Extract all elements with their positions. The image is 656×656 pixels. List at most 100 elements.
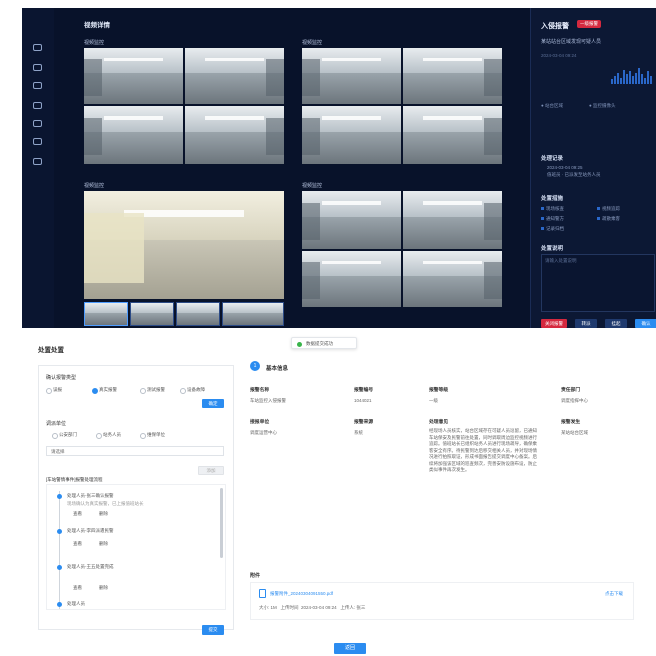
nav-list-icon[interactable] [33, 120, 42, 127]
back-button[interactable]: 返回 [334, 643, 366, 654]
activity-bar [623, 69, 625, 84]
timeline-scrollbar[interactable] [220, 488, 223, 558]
video-feed[interactable] [84, 106, 183, 164]
activity-bar [620, 77, 622, 84]
timeline-item-title: 处理人员-张三确认报警 [67, 493, 114, 498]
dispatch-select[interactable]: 请选择 [46, 446, 224, 456]
nav-alarm-icon[interactable] [33, 64, 42, 71]
measure-chip[interactable]: 通知警方 [541, 216, 564, 222]
note-textarea[interactable]: 请输入处置说明 [541, 254, 655, 312]
video-thumbnail[interactable] [130, 302, 174, 326]
timeline-delete-link[interactable]: 删除 [99, 585, 108, 591]
video-panel-title: 视频详情 [84, 22, 110, 29]
timeline-item-note: 现场确认为真实报警，已上报值班站长 [67, 501, 144, 506]
field-label: 处理意见 [429, 420, 449, 425]
timeline-delete-link[interactable]: 删除 [99, 511, 108, 517]
alarm-type-option[interactable]: 真实报警 [92, 387, 117, 394]
download-link[interactable]: 点击下载 [605, 591, 623, 597]
success-toast: 数据提交成功 [291, 337, 357, 349]
field-value: 某站站台区域 [561, 430, 588, 435]
timeline-title: [车站警情事件]报警处理流程 [46, 477, 103, 482]
file-name-link[interactable]: 报警附件_20240304091550.pdf [270, 591, 333, 597]
transfer-button[interactable]: 转派 [575, 319, 597, 328]
timeline-line [59, 491, 60, 609]
note-heading: 处置说明 [541, 246, 564, 252]
activity-bar [626, 74, 628, 84]
alarm-type-option[interactable]: 设备故障 [180, 387, 205, 394]
video-thumbnail[interactable] [222, 302, 284, 326]
alarm-panel: 入侵报警 一级报警 某站站台区域发现可疑人员 2024-03-04 09:24 … [530, 8, 656, 328]
measure-chip[interactable]: 现场核查 [541, 206, 564, 212]
add-button[interactable]: 添加 [198, 466, 224, 475]
video-feed[interactable] [403, 48, 502, 104]
nav-settings-icon[interactable] [33, 102, 42, 109]
video-feed[interactable] [84, 48, 183, 104]
close-alarm-button[interactable]: 关闭报警 [541, 319, 567, 328]
file-size: 大小: 1M [259, 605, 277, 610]
field-label: 报警来源 [354, 420, 374, 425]
field-label: 报警发生 [561, 420, 581, 425]
video-feed[interactable] [302, 191, 401, 249]
nav-monitor-icon[interactable] [33, 82, 42, 89]
group-label-1: 视频监控 [84, 40, 105, 46]
confirm-button[interactable]: 确认 [635, 319, 656, 328]
timeline-view-link[interactable]: 查看 [73, 511, 82, 517]
nav-report-icon[interactable] [33, 138, 42, 145]
handle-record-heading: 处理记录 [541, 156, 564, 162]
page: 视频详情 视频监控 视频监控 视频监控 视频监控 入侵报警 一级报警 某站站台区… [0, 0, 656, 656]
submit-button[interactable]: 提交 [202, 625, 224, 635]
dispatch-option[interactable]: 维保单位 [140, 432, 165, 439]
video-feed[interactable] [302, 106, 401, 164]
timeline-delete-link[interactable]: 删除 [99, 541, 108, 547]
handle-record-line: 2024-03-04 09:25 [547, 165, 583, 170]
video-feed[interactable] [302, 251, 401, 307]
measure-chip[interactable]: 疏散乘客 [597, 216, 620, 222]
suspend-button[interactable]: 挂起 [605, 319, 627, 328]
dispatch-option[interactable]: 公安部门 [52, 432, 77, 439]
section-title: 基本信息 [266, 366, 289, 372]
dispatch-option[interactable]: 站务人员 [96, 432, 121, 439]
field-label: 责任部门 [561, 388, 581, 393]
nav-home-icon[interactable] [33, 44, 42, 51]
section-number: 1 [250, 361, 260, 371]
field-label: 报警名称 [250, 388, 270, 393]
measure-chip[interactable]: 记录归档 [541, 226, 564, 232]
video-feed[interactable] [403, 106, 502, 164]
confirm-type-button[interactable]: 确定 [202, 399, 224, 408]
activity-bar [617, 72, 619, 84]
group-label-3: 视频监控 [84, 183, 105, 189]
video-feed[interactable] [185, 106, 284, 164]
alarm-type-option[interactable]: 测试报警 [140, 387, 165, 394]
video-feed[interactable] [403, 191, 502, 249]
field-label: 报警等级 [429, 388, 449, 393]
activity-bar [635, 72, 637, 84]
dispatch-label: 调派单位 [46, 421, 67, 427]
timeline-view-link[interactable]: 查看 [73, 541, 82, 547]
video-feed[interactable] [403, 251, 502, 307]
video-thumbnail[interactable] [84, 302, 128, 326]
field-value: 调度指挥中心 [561, 398, 588, 403]
field-value: 调度运营中心 [250, 430, 277, 435]
video-feed-large[interactable] [84, 191, 284, 299]
timeline-node [57, 529, 62, 534]
video-thumbnail[interactable] [176, 302, 220, 326]
alarm-date: 2024-03-04 09:24 [541, 53, 577, 58]
upload-time-label: 上传时间 [280, 605, 299, 610]
field-label: 报警编号 [354, 388, 374, 393]
video-feed[interactable] [185, 48, 284, 104]
upload-time: 2024-03-04 09:24 [301, 605, 337, 610]
alarm-title: 入侵报警 [541, 23, 569, 30]
measure-chip[interactable]: 视频追踪 [597, 206, 620, 212]
timeline-view-link[interactable]: 查看 [73, 585, 82, 591]
field-value: 一级 [429, 398, 438, 403]
group-label-4: 视频监控 [302, 183, 323, 189]
nav-user-icon[interactable] [33, 158, 42, 165]
success-icon [297, 341, 302, 347]
alarm-subtitle: 某站站台区域发现可疑人员 [541, 39, 602, 45]
alarm-type-option[interactable]: 误报 [46, 387, 62, 394]
video-feed[interactable] [302, 48, 401, 104]
timeline-node [57, 602, 62, 607]
field-value: 1044021 [354, 398, 372, 403]
alarm-activity-bars [611, 68, 655, 84]
file-meta: 大小: 1M 上传时间 2024-03-04 09:24 上传人: 张三 [259, 605, 365, 611]
